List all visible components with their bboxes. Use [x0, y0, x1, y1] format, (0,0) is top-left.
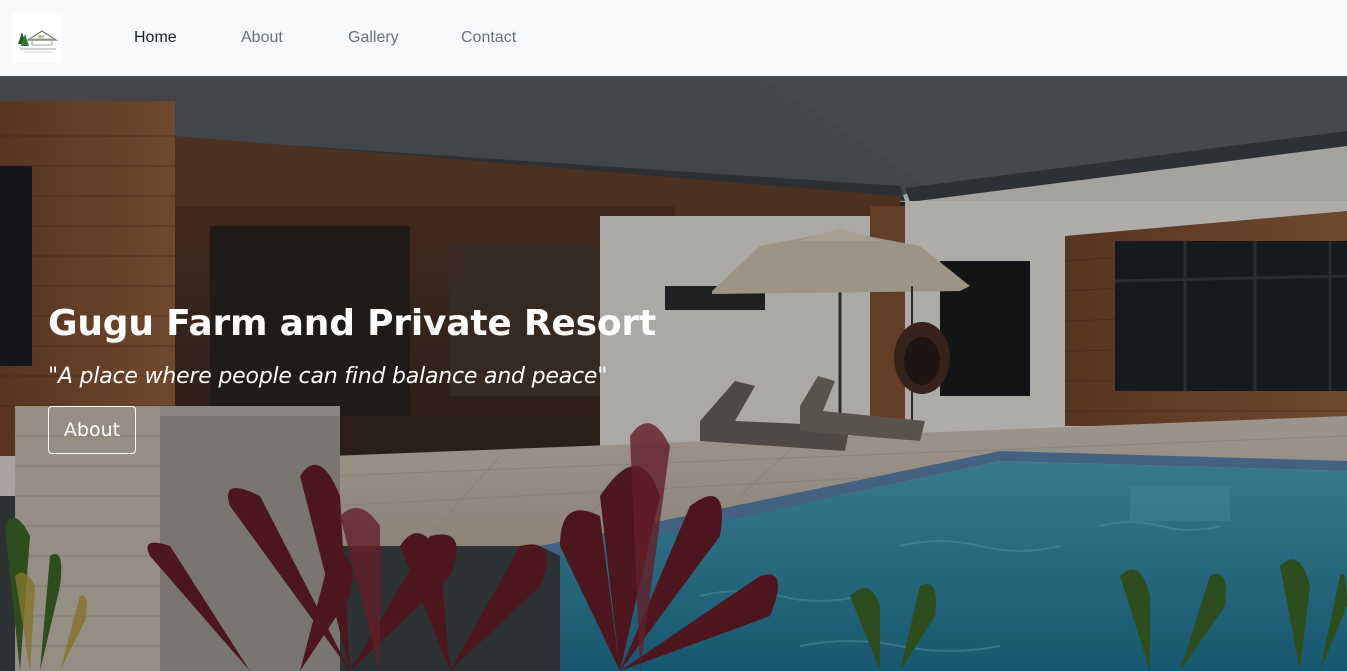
hero-title: Gugu Farm and Private Resort — [48, 303, 656, 344]
brand-logo[interactable] — [12, 13, 63, 63]
hero-section: Gugu Farm and Private Resort "A place wh… — [0, 76, 1347, 671]
nav-link-gallery[interactable]: Gallery — [348, 28, 399, 48]
resort-logo-icon — [12, 13, 63, 63]
hero-tagline: "A place where people can find balance a… — [48, 364, 608, 389]
navbar: Home About Gallery Contact — [0, 0, 1347, 76]
nav-link-contact[interactable]: Contact — [461, 28, 516, 48]
nav-link-home[interactable]: Home — [134, 28, 177, 48]
hero-about-button[interactable]: About — [48, 406, 136, 454]
nav-link-about[interactable]: About — [241, 28, 283, 48]
